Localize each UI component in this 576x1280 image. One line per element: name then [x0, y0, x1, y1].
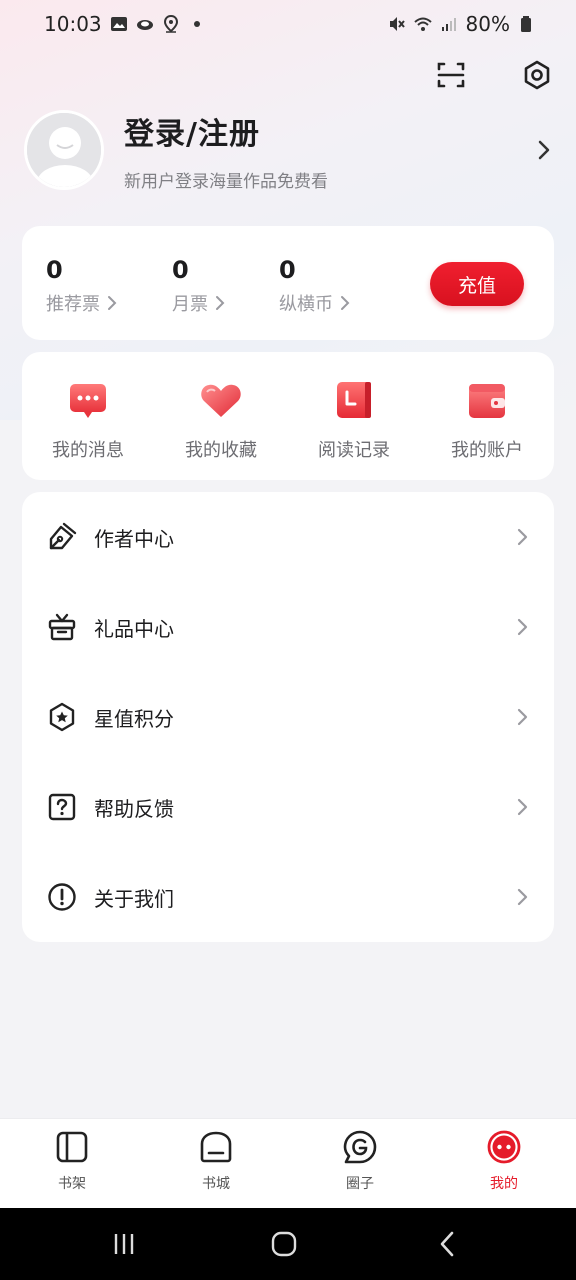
stat-value: 0: [279, 256, 296, 284]
login-title[interactable]: 登录/注册: [124, 109, 532, 153]
circle-icon: [343, 1130, 377, 1164]
stat-label: 纵横币: [279, 290, 351, 316]
recent-apps-button[interactable]: [104, 1228, 144, 1260]
quick-action-label: 我的账户: [451, 440, 523, 461]
dot-icon: [193, 21, 200, 27]
stat-recommend-tickets[interactable]: 0 推荐票: [46, 256, 118, 316]
quick-action-label: 阅读记录: [318, 440, 390, 461]
bookshelf-icon: [56, 1131, 88, 1163]
info-icon: [46, 881, 78, 913]
signal-icon: [441, 18, 456, 31]
pen-icon: [46, 521, 78, 553]
star-hexagon-icon: [46, 701, 78, 733]
message-icon: [66, 378, 110, 422]
stat-coins[interactable]: 0 纵横币: [279, 256, 351, 316]
tab-bookshelf[interactable]: 书架: [32, 1129, 112, 1193]
tab-label: 书城: [202, 1176, 230, 1192]
tab-label: 书架: [58, 1176, 86, 1192]
tab-circle[interactable]: 圈子: [320, 1129, 400, 1193]
menu-item-star-points[interactable]: 星值积分: [22, 672, 554, 762]
status-bar: 10:03 80%: [0, 0, 576, 48]
quick-action-messages[interactable]: 我的消息: [33, 378, 143, 462]
tab-label: 我的: [490, 1176, 518, 1192]
stat-value: 0: [172, 256, 189, 284]
settings-button[interactable]: [520, 58, 554, 92]
wifi-icon: [413, 17, 432, 31]
battery-percent: 80%: [465, 12, 510, 36]
back-icon: [440, 1231, 454, 1257]
quick-action-label: 我的收藏: [185, 440, 257, 461]
stat-label: 推荐票: [46, 290, 118, 316]
menu-item-author-center[interactable]: 作者中心: [22, 492, 554, 582]
status-right: 80%: [388, 12, 536, 36]
mute-icon: [389, 17, 405, 31]
cloud-icon: [136, 20, 153, 30]
menu-item-gift-center[interactable]: 礼品中心: [22, 582, 554, 672]
avatar[interactable]: [24, 110, 104, 190]
quick-action-reading-history[interactable]: 阅读记录: [299, 378, 409, 462]
home-icon: [271, 1231, 297, 1257]
stat-label-text: 纵横币: [279, 294, 333, 315]
stat-label-text: 推荐票: [46, 294, 100, 315]
status-time: 10:03: [44, 12, 102, 36]
status-left: 10:03: [44, 12, 206, 36]
default-avatar-icon: [27, 113, 101, 187]
chevron-right-icon: [216, 296, 225, 310]
scan-icon: [437, 62, 465, 88]
chevron-right-icon: [517, 708, 528, 726]
stat-monthly-tickets[interactable]: 0 月票: [172, 256, 226, 316]
me-icon: [487, 1130, 521, 1164]
chevron-right-icon: [517, 798, 528, 816]
chevron-right-icon: [538, 140, 550, 160]
menu-label: 关于我们: [94, 886, 174, 911]
chevron-right-icon: [341, 296, 350, 310]
stat-value: 0: [46, 256, 63, 284]
bookstore-icon: [200, 1131, 232, 1163]
chevron-right-icon: [517, 888, 528, 906]
menu-label: 礼品中心: [94, 616, 174, 641]
profile-login[interactable]: 登录/注册 新用户登录海量作品免费看: [24, 109, 556, 192]
battery-icon: [521, 16, 531, 32]
menu-item-help-feedback[interactable]: 帮助反馈: [22, 762, 554, 852]
wallet-icon: [465, 378, 509, 422]
back-button[interactable]: [428, 1228, 468, 1260]
location-icon: [163, 15, 178, 33]
stats-card: 0 推荐票 0 月票 0 纵横币 充值: [22, 226, 554, 340]
tab-label: 圈子: [346, 1176, 374, 1192]
scan-button[interactable]: [434, 58, 468, 92]
quick-action-favorites[interactable]: 我的收藏: [166, 378, 276, 462]
chevron-right-icon: [517, 528, 528, 546]
top-actions: [434, 58, 554, 92]
menu-label: 星值积分: [94, 706, 174, 731]
bottom-tab-bar: 书架 书城 圈子 我的: [0, 1118, 576, 1208]
stat-label-text: 月票: [172, 294, 208, 315]
menu-card: 作者中心 礼品中心 星值积分 帮助反馈 关于我们: [22, 492, 554, 942]
recharge-button[interactable]: 充值: [430, 262, 524, 306]
quick-actions-card: 我的消息 我的收藏 阅读记录 我的账户: [22, 352, 554, 480]
menu-label: 作者中心: [94, 526, 174, 551]
system-navigation-bar: [0, 1208, 576, 1280]
home-button[interactable]: [264, 1228, 304, 1260]
profile-text: 登录/注册 新用户登录海量作品免费看: [124, 109, 532, 192]
chevron-right-icon: [108, 296, 117, 310]
recent-apps-icon: [114, 1234, 134, 1254]
reading-record-icon: [332, 378, 376, 422]
stat-label: 月票: [172, 290, 226, 316]
gallery-icon: [110, 17, 127, 31]
gift-icon: [46, 611, 78, 643]
login-subtitle: 新用户登录海量作品免费看: [124, 171, 328, 192]
menu-item-about-us[interactable]: 关于我们: [22, 852, 554, 942]
heart-icon: [199, 378, 243, 422]
tab-bookstore[interactable]: 书城: [176, 1129, 256, 1193]
quick-action-account[interactable]: 我的账户: [432, 378, 542, 462]
tab-me[interactable]: 我的: [464, 1129, 544, 1193]
chevron-right-icon: [517, 618, 528, 636]
quick-action-label: 我的消息: [52, 440, 124, 461]
help-icon: [46, 791, 78, 823]
menu-label: 帮助反馈: [94, 796, 174, 821]
settings-icon: [524, 60, 550, 90]
